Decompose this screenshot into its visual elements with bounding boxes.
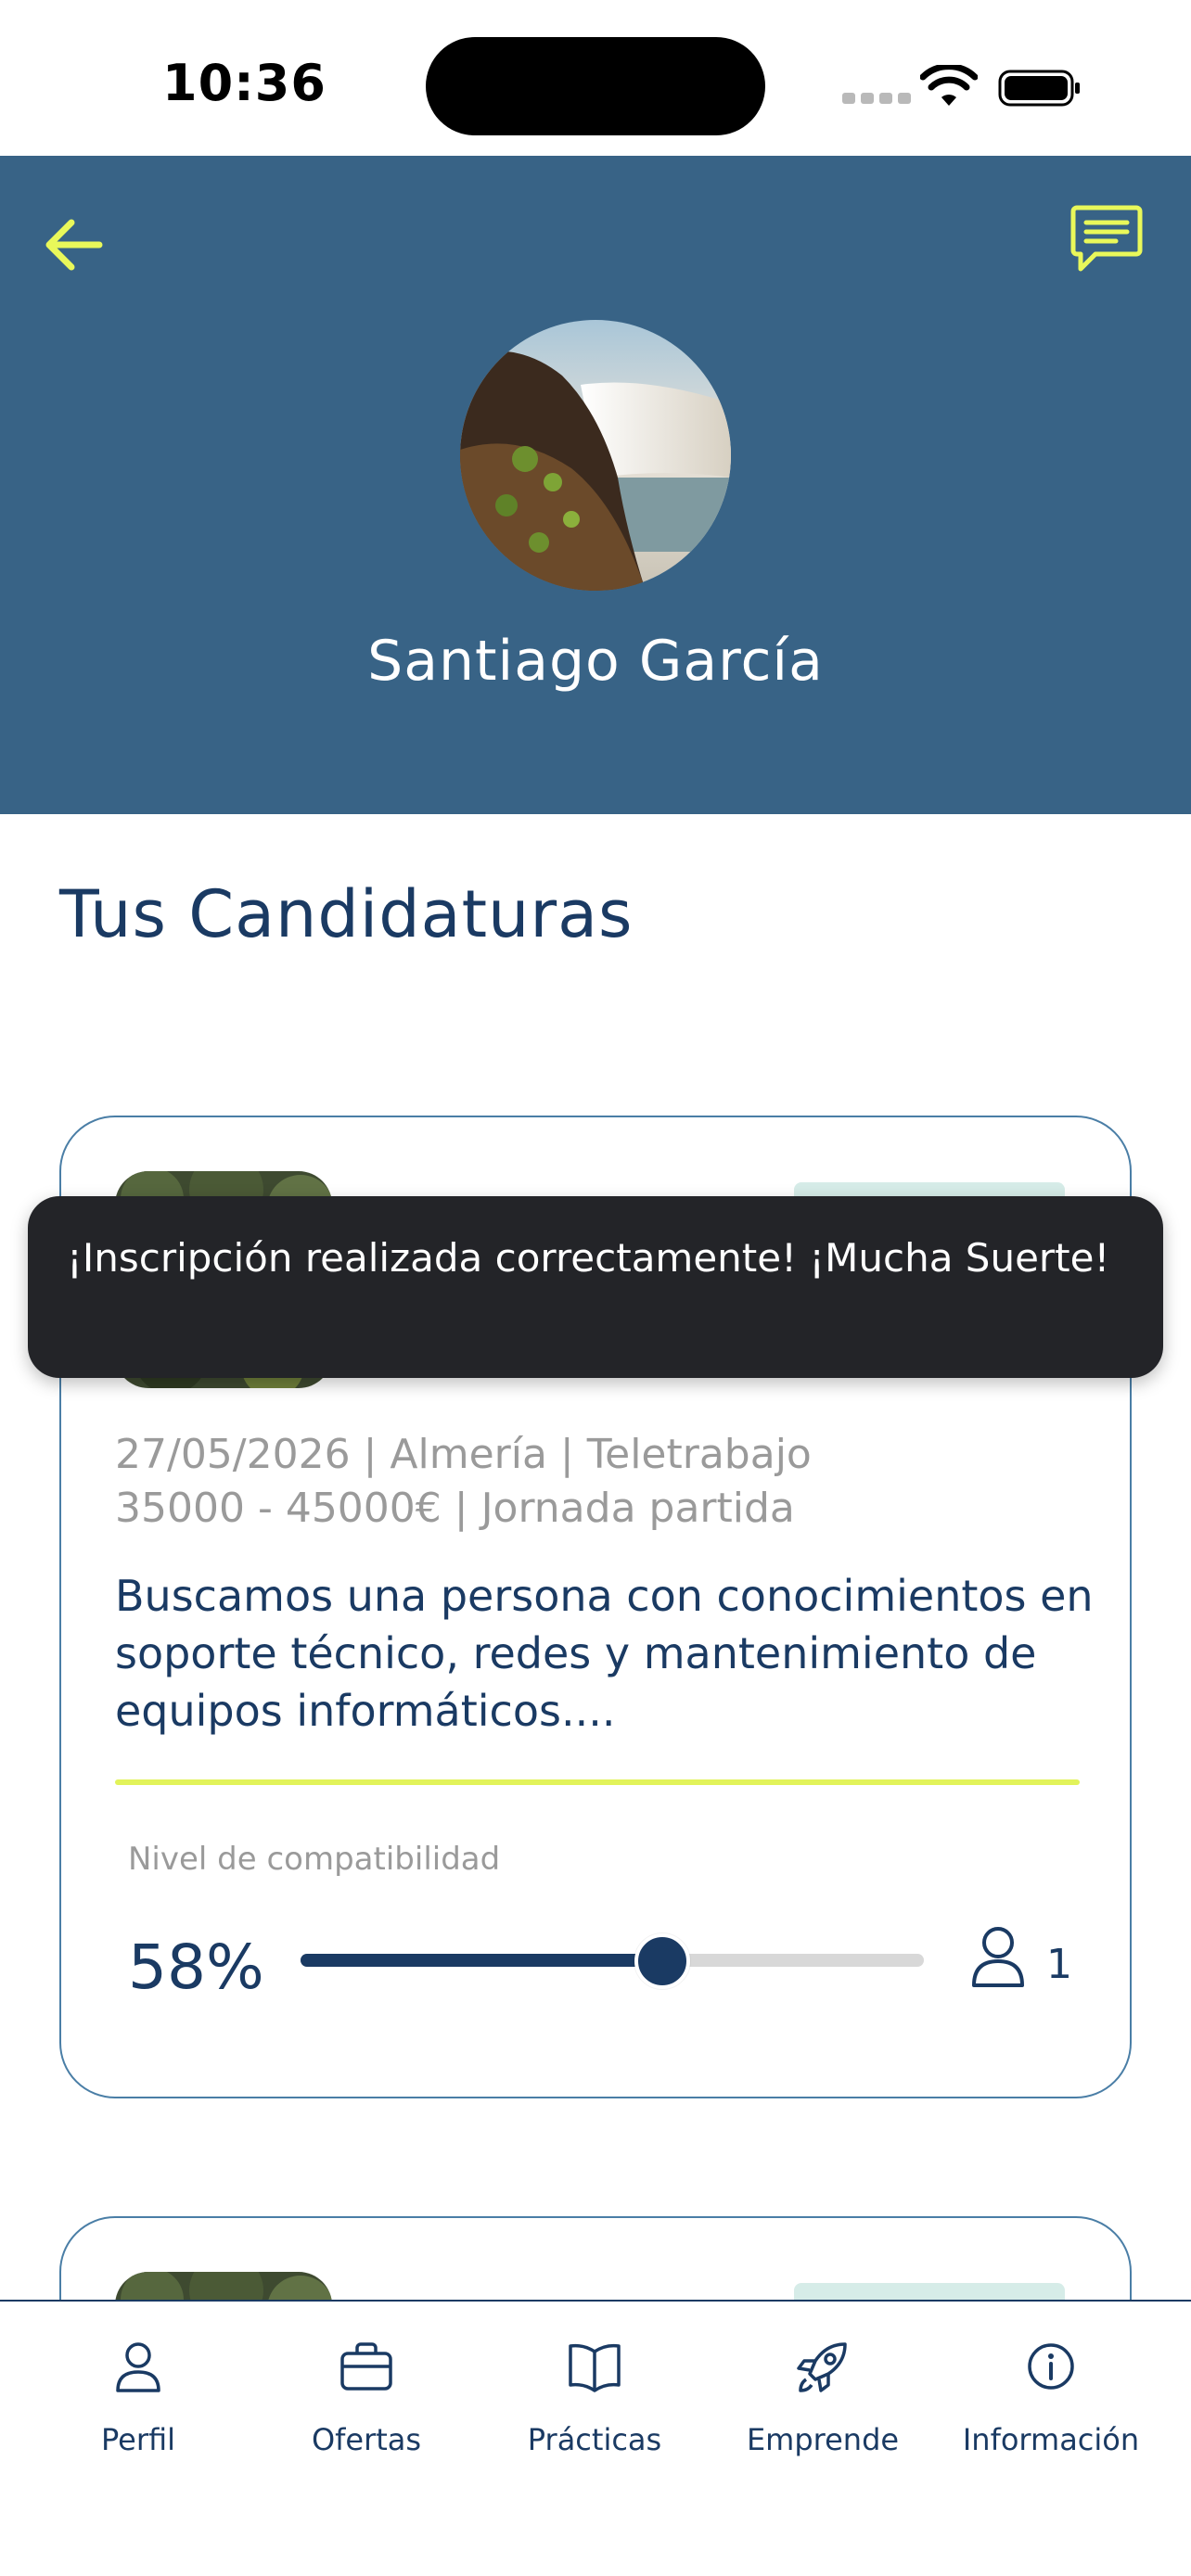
page-title: Tus Candidaturas	[59, 876, 634, 952]
nav-item-ofertas[interactable]: Ofertas	[252, 2302, 480, 2487]
back-button[interactable]	[37, 208, 111, 282]
offer-date-location: 27/05/2026 | Almería | Teletrabajo	[115, 1431, 812, 1478]
avatar	[460, 320, 731, 591]
offer-description: Buscamos una persona con conocimientos e…	[115, 1571, 1094, 1736]
nav-item-informacion[interactable]: Información	[937, 2302, 1165, 2487]
nav-label: Ofertas	[311, 2422, 422, 2457]
book-icon	[569, 2343, 621, 2392]
slider-fill	[301, 1954, 662, 1967]
chat-button[interactable]	[1065, 197, 1148, 280]
compatibility-value: 58%	[128, 1932, 264, 2003]
bottom-nav: Perfil Ofertas Prácticas Emprende Inform…	[0, 2300, 1191, 2576]
briefcase-icon	[340, 2342, 392, 2391]
compatibility-label: Nivel de compatibilidad	[128, 1841, 501, 1878]
user-name: Santiago García	[367, 629, 824, 694]
chat-bubble-icon	[1070, 205, 1143, 272]
nav-label: Información	[962, 2422, 1140, 2457]
battery-icon	[998, 70, 1080, 107]
nav-label: Perfil	[100, 2422, 176, 2457]
offer-salary-schedule: 35000 - 45000€ | Jornada partida	[115, 1485, 795, 1532]
slider-thumb[interactable]	[634, 1933, 690, 1989]
user-icon	[972, 1927, 1024, 1987]
user-icon	[116, 2342, 160, 2392]
toast-message: ¡Inscripción realizada correctamente! ¡M…	[67, 1235, 1110, 1281]
nav-item-emprende[interactable]: Emprende	[709, 2302, 937, 2487]
nav-label: Emprende	[746, 2422, 900, 2457]
accent-divider	[115, 1779, 1080, 1785]
offer-meta: 27/05/2026 | Almería | Teletrabajo 35000…	[115, 1428, 812, 1536]
nav-item-practicas[interactable]: Prácticas	[480, 2302, 709, 2487]
info-icon	[1028, 2343, 1074, 2390]
status-time: 10:36	[162, 54, 327, 112]
wifi-icon	[920, 65, 978, 106]
nav-item-perfil[interactable]: Perfil	[24, 2302, 252, 2487]
dynamic-island	[426, 37, 765, 135]
applicants-count: 1	[1046, 1941, 1072, 1988]
success-toast: ¡Inscripción realizada correctamente! ¡M…	[28, 1196, 1163, 1378]
cellular-signal-icon	[842, 93, 911, 104]
nav-label: Prácticas	[527, 2422, 662, 2457]
profile-header: Santiago García	[0, 156, 1191, 814]
compatibility-slider[interactable]	[301, 1933, 924, 1989]
rocket-icon	[797, 2342, 847, 2392]
status-bar: 10:36	[0, 0, 1191, 156]
arrow-left-icon	[45, 219, 103, 271]
